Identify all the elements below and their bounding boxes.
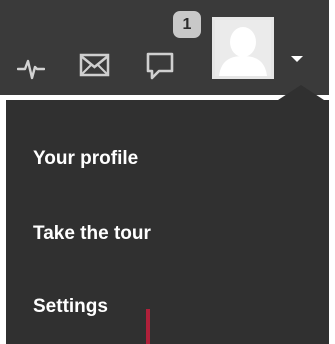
caret-down-icon[interactable]: [291, 56, 303, 62]
menu-item-your-profile[interactable]: Your profile: [33, 139, 138, 179]
envelope-icon[interactable]: [79, 50, 110, 80]
text-cursor-marker: [146, 309, 150, 344]
user-avatar[interactable]: [212, 17, 274, 79]
menu-item-settings[interactable]: Settings: [33, 287, 108, 327]
activity-pulse-icon[interactable]: [17, 54, 45, 82]
top-navigation-bar: 1: [0, 0, 329, 95]
dropdown-pointer: [278, 85, 324, 100]
notification-count-badge: 1: [171, 9, 203, 40]
chat-bubble-icon[interactable]: [145, 48, 177, 80]
default-user-avatar-icon: [215, 20, 271, 76]
menu-item-take-the-tour[interactable]: Take the tour: [33, 214, 151, 254]
user-dropdown-menu: Your profile Take the tour Settings: [6, 100, 329, 344]
